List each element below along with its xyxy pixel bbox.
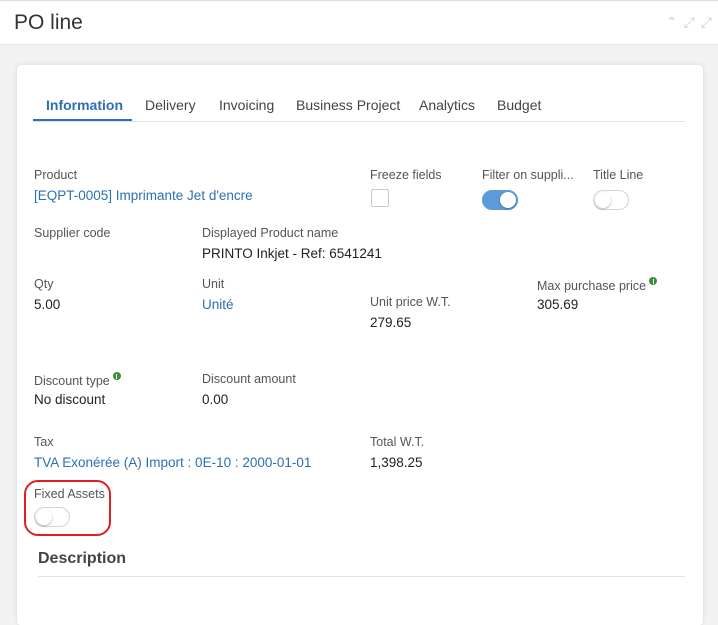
chevron-up-icon[interactable]: ⌃ bbox=[666, 15, 678, 29]
product-link[interactable]: [EQPT-0005] Imprimante Jet d'encre bbox=[34, 188, 253, 203]
max-purchase-price-label: Max purchase price bbox=[537, 279, 647, 294]
freeze-fields-checkbox[interactable] bbox=[371, 189, 389, 207]
unit-link[interactable]: Unité bbox=[202, 297, 234, 312]
unit-label: Unit bbox=[202, 277, 225, 291]
tax-link[interactable]: TVA Exonérée (A) Import : 0E-10 : 2000-0… bbox=[34, 455, 311, 470]
discount-type-field: Discount type bbox=[34, 372, 121, 388]
tab-delivery[interactable]: Delivery bbox=[145, 97, 196, 113]
discount-amount-label: Discount amount bbox=[202, 372, 296, 386]
product-label: Product bbox=[34, 168, 78, 182]
tab-business-project[interactable]: Business Project bbox=[296, 97, 400, 113]
filter-on-supplier-label: Filter on suppli... bbox=[482, 168, 574, 182]
active-tab-indicator bbox=[33, 119, 132, 121]
tab-budget[interactable]: Budget bbox=[497, 97, 541, 113]
displayed-product-name-label: Displayed Product name bbox=[202, 226, 339, 240]
supplier-code-label: Supplier code bbox=[34, 226, 111, 240]
highlight-annotation bbox=[24, 480, 111, 536]
description-section-title: Description bbox=[38, 550, 127, 567]
qty-label: Qty bbox=[34, 277, 54, 291]
qty-value: 5.00 bbox=[34, 297, 61, 312]
total-wt-label: Total W.T. bbox=[370, 435, 425, 449]
tab-invoicing[interactable]: Invoicing bbox=[219, 97, 274, 113]
discount-type-label: Discount type bbox=[34, 374, 110, 389]
info-icon[interactable] bbox=[112, 372, 121, 380]
form-card: Information Delivery Invoicing Business … bbox=[17, 65, 703, 625]
displayed-product-name-value: PRINTO Inkjet - Ref: 6541241 bbox=[202, 246, 382, 261]
page-title: PO line bbox=[14, 11, 83, 34]
tax-label: Tax bbox=[34, 435, 54, 449]
tab-analytics[interactable]: Analytics bbox=[419, 97, 475, 113]
discount-amount-value: 0.00 bbox=[202, 392, 229, 407]
section-divider bbox=[38, 576, 685, 577]
header-actions: ⌃ ⤢ ⤢ bbox=[666, 15, 712, 29]
unit-price-label: Unit price W.T. bbox=[370, 295, 451, 309]
expand-arrows-icon[interactable]: ⤢ bbox=[701, 15, 712, 29]
freeze-fields-label: Freeze fields bbox=[370, 168, 442, 182]
expand-arrows-icon[interactable]: ⤢ bbox=[684, 15, 695, 29]
max-purchase-price-value: 305.69 bbox=[537, 297, 579, 312]
window-header: PO line ⌃ ⤢ ⤢ bbox=[0, 0, 718, 45]
title-line-label: Title Line bbox=[593, 168, 644, 182]
tab-bar: Information Delivery Invoicing Business … bbox=[33, 91, 685, 122]
discount-type-value: No discount bbox=[34, 392, 106, 407]
title-line-toggle[interactable] bbox=[593, 190, 629, 210]
filter-on-supplier-toggle[interactable] bbox=[482, 190, 518, 210]
total-wt-value: 1,398.25 bbox=[370, 455, 423, 470]
unit-price-value: 279.65 bbox=[370, 315, 412, 330]
info-icon[interactable] bbox=[649, 277, 658, 285]
tab-information[interactable]: Information bbox=[46, 97, 123, 113]
max-purchase-price-field: Max purchase price bbox=[537, 277, 658, 294]
